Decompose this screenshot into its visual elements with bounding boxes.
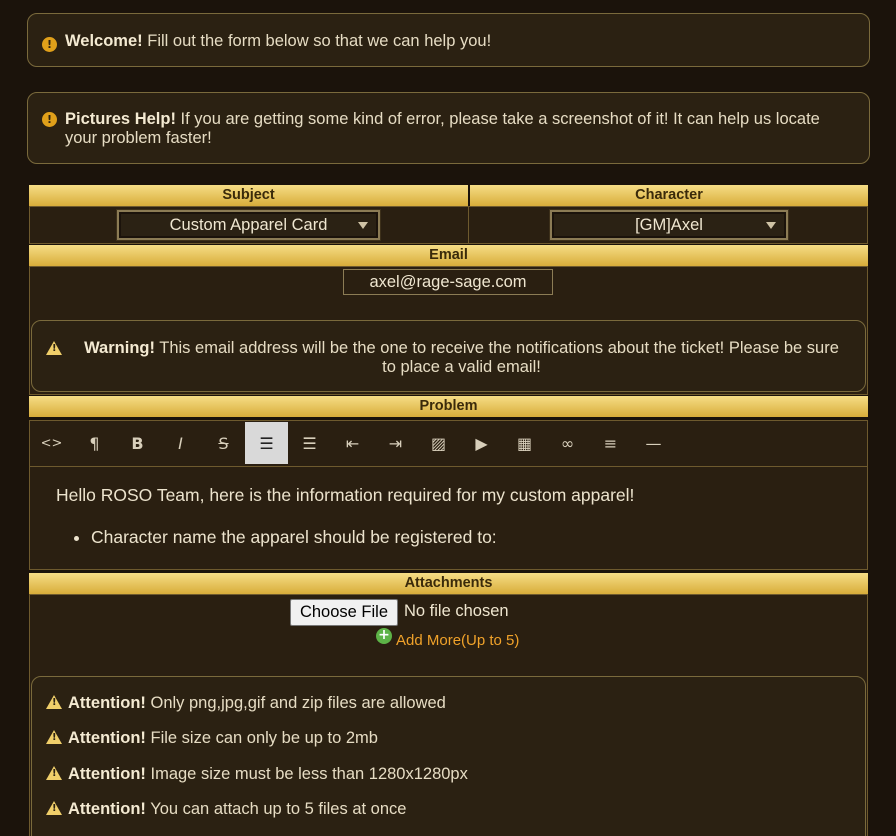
image-button[interactable]: ▨ — [417, 422, 460, 464]
link-button[interactable]: ∞ — [546, 422, 589, 464]
welcome-alert: ! Welcome! Fill out the form below so tha… — [27, 13, 870, 67]
file-status: No file chosen — [404, 602, 509, 620]
email-header: Email — [29, 245, 868, 266]
video-button[interactable]: ▶ — [460, 422, 503, 464]
code-view-button[interactable]: <> — [30, 422, 73, 464]
welcome-title: Welcome! — [65, 32, 143, 50]
attention-notice: Attention! You can attach up to 5 files … — [46, 800, 406, 819]
pictures-help-alert: ! Pictures Help! If you are getting some… — [27, 92, 870, 164]
add-more-link[interactable]: + Add More(Up to 5) — [376, 628, 519, 649]
email-field[interactable]: axel@rage-sage.com — [343, 269, 553, 295]
character-header: Character — [470, 185, 868, 206]
indent-button[interactable]: ⇥ — [374, 422, 417, 464]
strikethrough-icon: S — [218, 433, 229, 453]
outdent-icon: ⇤ — [345, 433, 360, 453]
warning-icon — [46, 766, 62, 780]
table-button[interactable]: ▦ — [503, 422, 546, 464]
problem-header: Problem — [29, 396, 868, 417]
character-select[interactable]: [GM]Axel — [550, 210, 788, 240]
info-icon: ! — [42, 112, 57, 127]
paragraph-button[interactable]: ¶ — [73, 422, 116, 464]
problem-editor[interactable]: Hello ROSO Team, here is the information… — [30, 468, 867, 569]
attention-title: Attention! — [68, 800, 146, 818]
italic-button[interactable]: I — [159, 422, 202, 464]
attention-title: Attention! — [68, 729, 146, 747]
image-icon: ▨ — [430, 433, 447, 453]
warning-icon — [46, 730, 62, 744]
email-warning-alert: Warning! This email address will be the … — [31, 320, 866, 392]
attention-notice: Attention! Only png,jpg,gif and zip file… — [46, 694, 446, 713]
warning-icon — [46, 695, 62, 709]
warning-icon — [46, 801, 62, 815]
align-button[interactable]: ≡ — [589, 422, 632, 464]
attention-text: Only png,jpg,gif and zip files are allow… — [150, 694, 446, 712]
link-icon: ∞ — [560, 433, 575, 453]
horizontal-rule-button[interactable]: — — [632, 422, 675, 464]
bold-icon: B — [131, 433, 144, 453]
ordered-list-icon: ☰ — [302, 433, 317, 453]
pictures-help-title: Pictures Help! — [65, 110, 176, 128]
attention-text: Image size must be less than 1280x1280px — [150, 765, 468, 783]
table-icon: ▦ — [516, 433, 533, 453]
attachments-header: Attachments — [29, 573, 868, 594]
editor-intro-text: Hello ROSO Team, here is the information… — [56, 485, 635, 505]
attention-notice: Attention! Image size must be less than … — [46, 765, 468, 784]
attention-notice: Attention! File size can only be up to 2… — [46, 729, 378, 748]
attention-title: Attention! — [68, 694, 146, 712]
email-warning-text: This email address will be the one to re… — [159, 339, 839, 376]
warning-icon — [46, 341, 62, 355]
plus-icon: + — [376, 628, 392, 644]
welcome-text: Fill out the form below so that we can h… — [147, 32, 492, 50]
bold-button[interactable]: B — [116, 422, 159, 464]
editor-toolbar: <> ¶ B I S ☰ ☰ ⇤ ⇥ ▨ ▶ ▦ ∞ ≡ — — [30, 421, 867, 467]
add-more-label: Add More(Up to 5) — [396, 632, 520, 649]
outdent-button[interactable]: ⇤ — [331, 422, 374, 464]
attention-text: You can attach up to 5 files at once — [150, 800, 407, 818]
indent-icon: ⇥ — [388, 433, 403, 453]
subject-value: Custom Apparel Card — [169, 216, 328, 234]
italic-icon: I — [178, 433, 183, 453]
strikethrough-button[interactable]: S — [202, 422, 245, 464]
pictures-help-text: If you are getting some kind of error, p… — [65, 110, 820, 147]
choose-file-button[interactable]: Choose File — [290, 599, 398, 626]
attention-text: File size can only be up to 2mb — [150, 729, 378, 747]
align-icon: ≡ — [603, 433, 618, 453]
subject-header: Subject — [29, 185, 468, 206]
horizontal-rule-icon: — — [645, 433, 662, 453]
character-value: [GM]Axel — [635, 216, 703, 234]
editor-bullet-list: Character name the apparel should be reg… — [56, 527, 867, 548]
code-view-icon: <> — [40, 435, 63, 451]
video-icon: ▶ — [475, 433, 488, 453]
ordered-list-button[interactable]: ☰ — [288, 422, 331, 464]
editor-bullet-item: Character name the apparel should be reg… — [91, 527, 867, 548]
info-icon: ! — [42, 37, 57, 52]
attention-title: Attention! — [68, 765, 146, 783]
unordered-list-button[interactable]: ☰ — [245, 422, 288, 464]
unordered-list-icon: ☰ — [259, 433, 274, 453]
paragraph-icon: ¶ — [89, 433, 100, 453]
email-warning-title: Warning! — [84, 339, 155, 357]
chevron-down-icon — [358, 222, 368, 229]
subject-select[interactable]: Custom Apparel Card — [117, 210, 380, 240]
chevron-down-icon — [766, 222, 776, 229]
